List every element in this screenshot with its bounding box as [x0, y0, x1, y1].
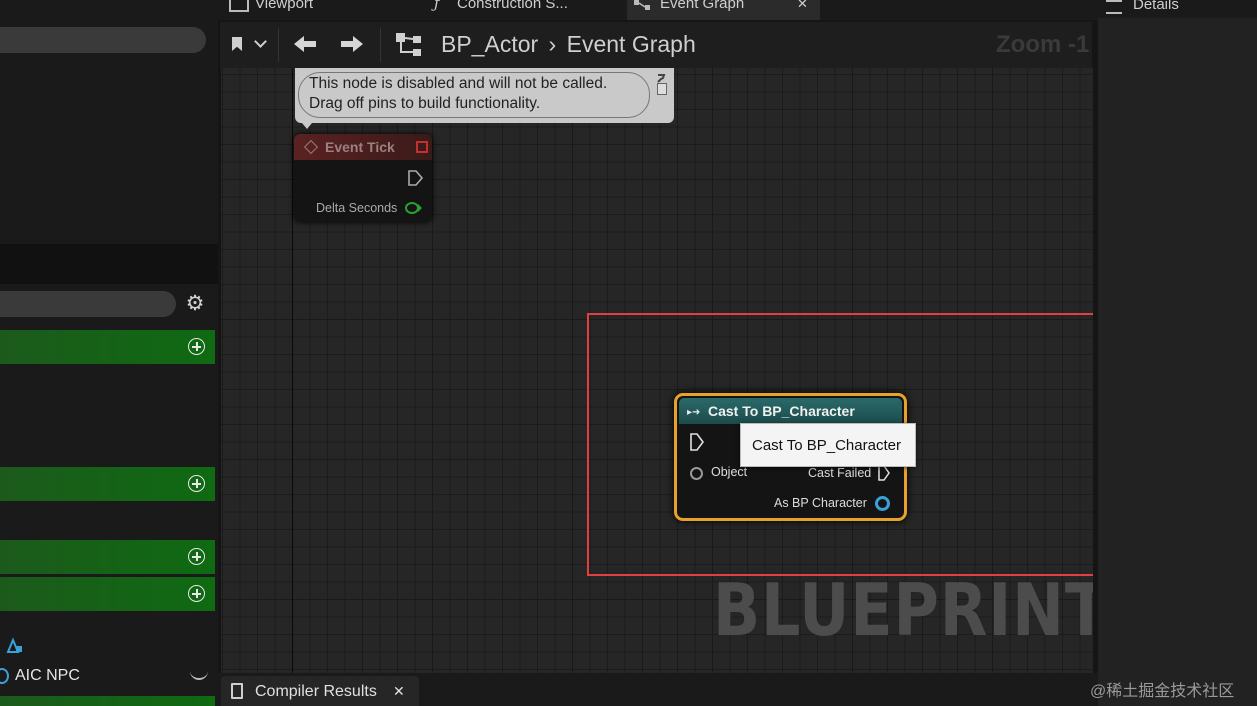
object-pin-label: Object — [711, 465, 748, 479]
document-tab-bar: Viewport ƒ Construction S... Event Graph… — [218, 0, 1098, 20]
site-watermark: @稀土掘金技术社区 — [1090, 683, 1235, 700]
tab-label: Viewport — [255, 0, 314, 12]
search-input-top[interactable] — [0, 27, 206, 53]
add-icon[interactable] — [188, 338, 205, 355]
back-arrow-icon[interactable] — [292, 34, 318, 54]
delegate-pin-icon[interactable] — [416, 141, 428, 153]
cast-icon: ▸➜ — [687, 407, 701, 418]
tab-label: Construction S... — [457, 0, 568, 12]
graph-origin-axis — [292, 68, 293, 673]
graph-canvas[interactable]: This node is disabled and will not be ca… — [221, 68, 1093, 673]
bookmark-icon[interactable] — [232, 37, 242, 51]
comment-bubble: This node is disabled and will not be ca… — [295, 68, 674, 129]
pin-icon — [0, 668, 9, 684]
section-event-dispatchers[interactable] — [0, 696, 215, 706]
pin-comment-icon[interactable] — [656, 70, 666, 83]
tooltip-text: Cast To BP_Character — [752, 437, 901, 454]
chevron-down-icon[interactable] — [254, 35, 267, 48]
graph-icon — [634, 0, 650, 10]
breadcrumb-root[interactable]: BP_Actor — [441, 31, 538, 57]
cast-failed-exec-pin-icon[interactable] — [877, 465, 891, 481]
cast-failed-label: Cast Failed — [808, 466, 872, 480]
panel-divider — [0, 244, 218, 284]
tab-label: Event Graph — [660, 0, 745, 12]
tab-viewport[interactable]: Viewport — [226, 0, 416, 20]
blueprint-watermark: BLUEPRINT — [713, 568, 1093, 652]
comment-line-2: Drag off pins to build functionality. — [309, 95, 541, 112]
section-macros[interactable] — [0, 540, 215, 574]
comment-bubble-tail — [302, 123, 312, 129]
details-title: Details — [1133, 0, 1179, 13]
add-icon[interactable] — [188, 548, 205, 565]
list-item-label: AIC NPC — [15, 667, 80, 684]
object-pin-icon[interactable] — [690, 467, 703, 480]
as-bp-character-label: As BP Character — [774, 496, 867, 510]
comment-toggle-icon[interactable] — [657, 83, 667, 95]
add-icon[interactable] — [188, 475, 205, 492]
breadcrumb-current: Event Graph — [566, 31, 696, 57]
details-panel: Details — [1098, 0, 1257, 706]
add-icon[interactable] — [188, 585, 205, 602]
variable-type-icon — [6, 636, 24, 654]
delta-seconds-label: Delta Seconds — [316, 201, 398, 215]
cast-node-title: Cast To BP_Character — [708, 403, 855, 419]
compiler-results-icon — [231, 683, 243, 699]
toolbar-separator — [278, 28, 279, 62]
function-icon: ƒ — [434, 0, 440, 12]
event-tick-node[interactable]: Event Tick Delta Seconds — [294, 134, 432, 222]
close-tab-icon[interactable]: ✕ — [393, 683, 405, 700]
cast-tooltip: Cast To BP_Character — [740, 423, 916, 467]
exec-out-pin-icon[interactable] — [407, 170, 424, 186]
section-graphs[interactable] — [0, 330, 215, 364]
tab-event-graph[interactable]: Event Graph ✕ — [627, 0, 820, 20]
object-out-pin-icon[interactable] — [875, 496, 890, 511]
list-item-aic-npc[interactable]: AIC NPC — [0, 664, 215, 688]
search-input[interactable] — [0, 291, 176, 317]
float-pin-icon[interactable] — [405, 202, 419, 214]
forward-arrow-icon[interactable] — [339, 34, 365, 54]
section-functions[interactable] — [0, 467, 215, 501]
compiler-results-tab[interactable]: Compiler Results ✕ — [221, 676, 419, 706]
event-tick-title: Event Tick — [325, 139, 395, 155]
section-variables[interactable] — [0, 577, 215, 611]
exec-in-pin-icon[interactable] — [689, 433, 705, 451]
breadcrumb: BP_Actor › Event Graph — [441, 31, 696, 58]
breadcrumb-separator-icon: › — [548, 31, 557, 57]
graph-breadcrumb-icon — [395, 32, 423, 58]
close-tab-icon[interactable]: ✕ — [797, 0, 808, 10]
settings-gear-icon[interactable]: ⚙ — [184, 293, 206, 315]
graph-toolbar: BP_Actor › Event Graph Zoom -1 — [220, 22, 1092, 68]
my-blueprint-panel: ⚙ AIC NPC — [0, 0, 218, 706]
details-icon — [1106, 0, 1122, 14]
viewport-icon — [229, 0, 249, 12]
tab-construction-script[interactable]: ƒ Construction S... — [428, 0, 618, 20]
visibility-eye-icon[interactable] — [190, 670, 208, 680]
compiler-results-label: Compiler Results — [255, 683, 377, 700]
toolbar-separator — [380, 28, 381, 62]
float-pin-arrow-icon — [418, 204, 422, 212]
comment-line-1: This node is disabled and will not be ca… — [309, 75, 608, 92]
zoom-label: Zoom -1 — [996, 31, 1090, 58]
